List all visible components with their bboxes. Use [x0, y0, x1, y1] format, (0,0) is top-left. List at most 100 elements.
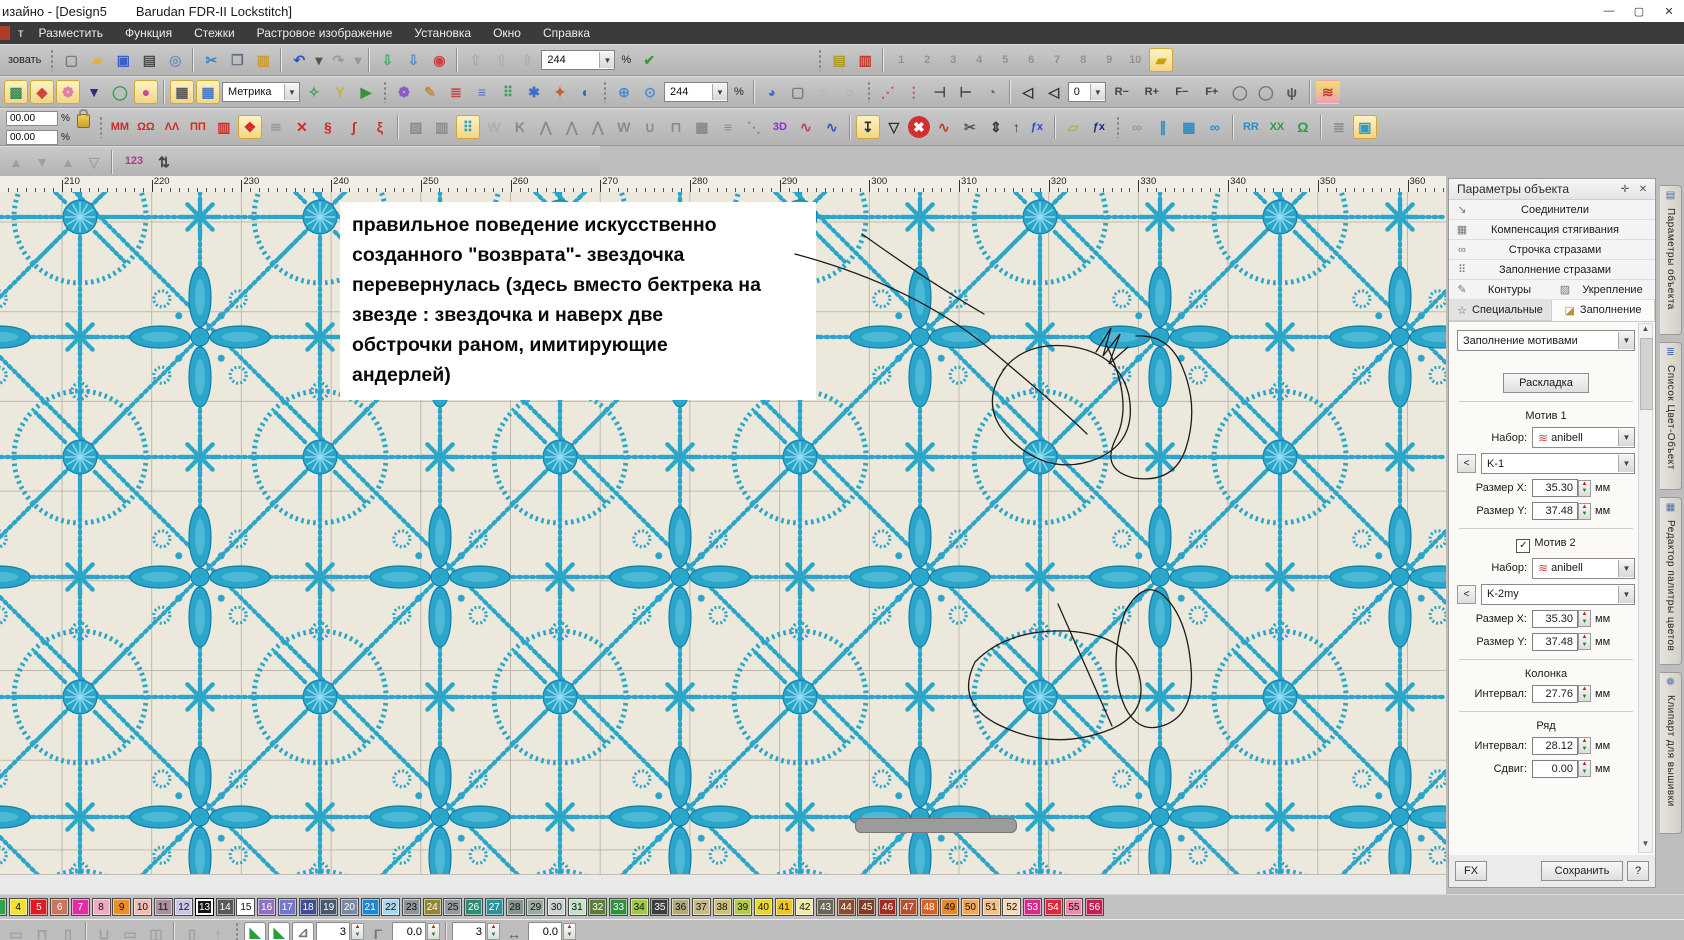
rr-stitch-icon[interactable]: RR [1239, 115, 1263, 139]
write-card-icon[interactable]: ⇧ [515, 48, 539, 72]
color-chip-45[interactable]: 45 [857, 898, 876, 916]
scale-y-input[interactable]: 00.00 [6, 130, 58, 145]
3d-effect-icon[interactable]: 3D [768, 115, 792, 139]
rotate-left-step-icon[interactable]: ◁ [1042, 80, 1066, 104]
color-chip-22[interactable]: 22 [381, 898, 400, 916]
layout-button[interactable]: Раскладка [1503, 373, 1589, 393]
color-chip-34[interactable]: 34 [630, 898, 649, 916]
needle-v-icon[interactable]: ▽ [882, 115, 906, 139]
circle-layout-alt-icon[interactable]: ◯ [1254, 80, 1278, 104]
motif2-size-y-input[interactable]: 37.48 [1532, 633, 1578, 651]
motif-flower-icon[interactable]: ❁ [392, 80, 416, 104]
side-tab-color-object-list[interactable]: ≣Список Цвет-Объект [1660, 342, 1682, 490]
monitor-icon[interactable]: ▣ [1353, 115, 1377, 139]
undo-dropdown-icon[interactable]: ▾ [313, 48, 324, 72]
redo-dropdown-icon[interactable]: ▾ [352, 48, 363, 72]
color-chip-48[interactable]: 48 [920, 898, 939, 916]
rotate-plus-icon[interactable]: R+ [1138, 80, 1166, 104]
underlay-peak1-icon[interactable]: ⋀ [534, 115, 558, 139]
motif1-size-x-input[interactable]: 35.30 [1532, 479, 1578, 497]
gamma-icon[interactable]: Γ [366, 922, 390, 940]
xx-stitch-icon[interactable]: XX [1265, 115, 1289, 139]
color-chip-31[interactable]: 31 [568, 898, 587, 916]
hide-objects-icon[interactable]: ◌ [812, 80, 836, 104]
show-all-icon[interactable]: ○ [838, 80, 862, 104]
auto-open-folder-icon[interactable]: ▰ [1149, 48, 1173, 72]
measure-alt-icon[interactable]: ⊢ [954, 80, 978, 104]
cut-icon[interactable]: ✂ [199, 48, 223, 72]
maximize-button[interactable]: ▢ [1624, 0, 1654, 22]
frame-out-icon[interactable]: ▯ [56, 922, 80, 940]
motif2-size-x-spinner[interactable]: ▲▼ [1578, 610, 1591, 627]
color-chip-41[interactable]: 41 [775, 898, 794, 916]
zoom-combo-main[interactable]: 244▼ [541, 50, 615, 70]
color-chip-15[interactable]: 15 [236, 898, 255, 916]
trace-icon[interactable]: ◫ [144, 922, 168, 940]
stitch-angle-icon[interactable]: ⋰ [876, 80, 900, 104]
align-down-icon[interactable]: ▼ [30, 150, 54, 174]
speed-7-icon[interactable]: 7 [1045, 48, 1069, 72]
team-names-icon[interactable]: ✱ [522, 80, 546, 104]
rotate-left-icon[interactable]: ◁ [1016, 80, 1040, 104]
canvas-h-scrollbar-thumb[interactable] [855, 818, 1017, 833]
underlay-peak3-icon[interactable]: ⋀ [586, 115, 610, 139]
color-chip-49[interactable]: 49 [940, 898, 959, 916]
rotate-minus-icon[interactable]: R− [1108, 80, 1136, 104]
trim-icon[interactable]: ∿ [932, 115, 956, 139]
kaleidoscope-icon[interactable]: ψ [1280, 80, 1304, 104]
save-icon[interactable]: ▣ [111, 48, 135, 72]
color-chip-16[interactable]: 16 [257, 898, 276, 916]
start-end-icon[interactable]: ▯ [180, 922, 204, 940]
menu-item-1[interactable]: Разместить [28, 22, 115, 44]
sequence-123-icon[interactable]: 123 [118, 150, 150, 174]
color-chip-18[interactable]: 18 [299, 898, 318, 916]
color-chip-44[interactable]: 44 [837, 898, 856, 916]
menu-item-3[interactable]: Стежки [183, 22, 246, 44]
speed-5-icon[interactable]: 5 [993, 48, 1017, 72]
outlines-button[interactable]: ✎Контуры [1449, 280, 1552, 300]
color-chip-32[interactable]: 32 [588, 898, 607, 916]
loop-length-icon[interactable]: Ω [1291, 115, 1315, 139]
motif-ornament3-icon[interactable]: ξ [368, 115, 392, 139]
protractor-icon[interactable]: ◔ [980, 80, 1004, 104]
fill-type-combo[interactable]: Заполнение мотивами ▼ [1457, 330, 1635, 351]
color-chip-21[interactable]: 21 [361, 898, 380, 916]
color-chip-25[interactable]: 25 [443, 898, 462, 916]
circle-layout-icon[interactable]: ◯ [1228, 80, 1252, 104]
color-chip-28[interactable]: 28 [506, 898, 525, 916]
shapes-view-icon[interactable]: ◆ [30, 80, 54, 104]
motif1-back-button[interactable]: < [1457, 454, 1476, 473]
color-chip-7[interactable]: 7 [71, 898, 90, 916]
stitch-list-icon[interactable]: ≡ [470, 80, 494, 104]
color-chip-12[interactable]: 12 [174, 898, 193, 916]
satin-dense-icon[interactable]: ▥ [212, 115, 236, 139]
hoop-left-icon[interactable]: ▭ [4, 922, 28, 940]
menu-item-5[interactable]: Установка [403, 22, 482, 44]
menu-item-partial[interactable]: т [14, 22, 28, 44]
align-bottom-edge-icon[interactable]: ▽ [82, 150, 106, 174]
repeat-k2-icon[interactable]: ◣ [268, 922, 290, 940]
spacing-x-field-spinner[interactable]: ▲▼ [427, 923, 440, 940]
repeat-k1-icon[interactable]: ◣ [244, 922, 266, 940]
color-chip-50[interactable]: 50 [961, 898, 980, 916]
background-view-icon[interactable]: ▩ [4, 80, 28, 104]
fill-dot-grid-icon[interactable]: ⠿ [456, 115, 480, 139]
color-chip-43[interactable]: 43 [816, 898, 835, 916]
artwork-view-icon[interactable]: ❁ [56, 80, 80, 104]
web-design-icon[interactable]: ◉ [427, 48, 451, 72]
spacing-x-field[interactable]: 0.0 [392, 922, 426, 940]
underlay-u-icon[interactable]: ∪ [638, 115, 662, 139]
speed-1-icon[interactable]: 1 [889, 48, 913, 72]
menu-item-6[interactable]: Окно [482, 22, 532, 44]
scale-x-input[interactable]: 00.00 [6, 111, 58, 126]
stamp-icon[interactable]: ✦ [548, 80, 572, 104]
loops-blue-icon[interactable]: ∞ [1203, 115, 1227, 139]
color-chip-8[interactable]: 8 [92, 898, 111, 916]
repeat-y-field-spinner[interactable]: ▲▼ [487, 923, 500, 940]
color-chip-23[interactable]: 23 [402, 898, 421, 916]
color-chip-54[interactable]: 54 [1044, 898, 1063, 916]
hoop-center-icon[interactable]: ⊓ [30, 922, 54, 940]
reshape-node-icon[interactable]: Y [328, 80, 352, 104]
reinforce-button[interactable]: ▨Укрепление [1552, 280, 1655, 300]
scroll-thumb[interactable] [1640, 338, 1653, 410]
